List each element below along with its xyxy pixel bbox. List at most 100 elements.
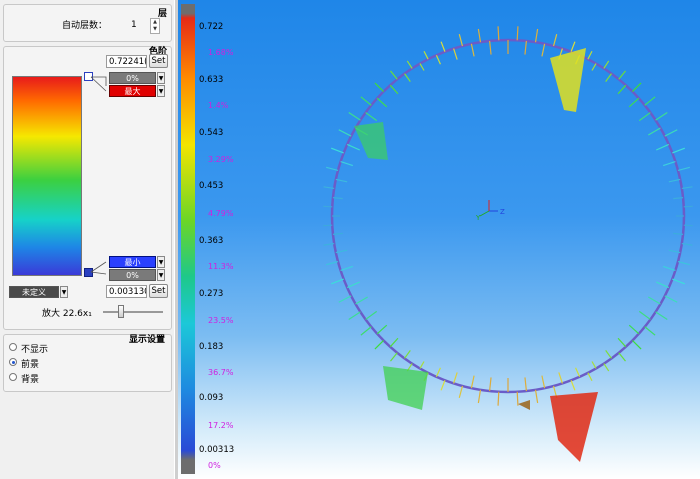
hatch-line [470, 375, 475, 389]
hatch-line [655, 112, 668, 121]
dropdown-arrow-icon[interactable]: ▼ [157, 85, 165, 97]
undefined-color-dropdown[interactable]: 未定义 [9, 286, 59, 298]
slider-thumb-icon[interactable] [118, 305, 124, 318]
dropdown-arrow-icon[interactable]: ▼ [157, 256, 165, 268]
hatch-line [672, 147, 685, 154]
hatch-line [638, 112, 651, 122]
legend-percent-label: 1.68% [208, 48, 234, 57]
hatch-line [591, 361, 597, 369]
hatch-line [618, 352, 626, 362]
dropdown-arrow-icon[interactable]: ▼ [60, 286, 68, 298]
hatch-line [458, 385, 464, 398]
peak-left-upper [354, 122, 388, 160]
radio-background[interactable] [9, 373, 17, 381]
bottom-percent-dropdown[interactable]: 0% [109, 269, 156, 281]
auto-layers-spinner[interactable]: ▲ ▼ [150, 18, 160, 34]
set-min-button[interactable]: Set [149, 284, 168, 298]
max-value-field[interactable]: 0.72241( [106, 55, 147, 68]
hatch-line [326, 166, 339, 172]
hatch-line [681, 242, 693, 246]
hatch-line [326, 260, 339, 266]
bottom-mode-dropdown[interactable]: 最小 [109, 256, 156, 268]
top-mode-dropdown[interactable]: 最大 [109, 85, 156, 97]
hatch-line [534, 28, 539, 43]
hatch-line [453, 372, 458, 384]
radio-hide[interactable] [9, 343, 17, 351]
top-percent-dropdown[interactable]: 0% [109, 72, 156, 84]
display-settings-title: 显示设置 [128, 335, 165, 345]
hatch-line [558, 372, 563, 384]
dropdown-arrow-icon[interactable]: ▼ [157, 72, 165, 84]
hatch-line [458, 34, 464, 47]
hatch-line [628, 324, 640, 335]
hatch-line [453, 48, 458, 60]
hatch-line [376, 97, 388, 108]
auto-layers-value: 1 [131, 20, 137, 30]
bottom-connector-line [90, 261, 107, 275]
ring-plot: Y Z [323, 26, 693, 462]
radio-foreground[interactable] [9, 358, 17, 366]
legend-percent-label: 17.2% [208, 421, 234, 430]
spin-down-icon[interactable]: ▼ [151, 26, 159, 33]
auto-layers-label: 自动层数： [62, 21, 108, 31]
hatch-line [591, 63, 597, 71]
legend-tick-label: 0.183 [199, 342, 224, 352]
hatch-line [603, 60, 610, 69]
hatch-line [435, 54, 441, 65]
hatch-line [390, 352, 398, 362]
hatch-line [632, 340, 642, 350]
hatch-line [570, 41, 576, 52]
hatch-line [374, 340, 384, 350]
hatch-line [570, 380, 576, 391]
hatch-line [331, 147, 344, 154]
hatch-line [360, 96, 372, 106]
legend-percent-label: 1.4% [208, 101, 229, 110]
hatch-line [376, 324, 388, 335]
hatch-line [575, 367, 581, 378]
hatch-line [346, 281, 360, 289]
3d-viewport[interactable]: Y Z [178, 0, 700, 479]
hatch-line [603, 363, 610, 372]
hatch-line [423, 50, 429, 60]
hatch-line [331, 278, 344, 285]
legend-color-bar [181, 4, 195, 474]
hatch-line [534, 389, 539, 404]
hatch-line [489, 377, 492, 392]
hatch-line [516, 26, 519, 41]
hatch-line [404, 73, 411, 82]
legend-tick-label: 0.543 [199, 128, 224, 138]
radio-background-label: 背景 [21, 375, 40, 385]
spin-up-icon[interactable]: ▲ [151, 19, 159, 26]
hatch-line [406, 60, 413, 69]
axis-triad-icon: Y Z [475, 200, 505, 222]
legend-tick-label: 0.363 [199, 236, 224, 246]
legend-tick-label: 0.273 [199, 289, 224, 299]
hatch-line [338, 295, 352, 303]
hatch-line [677, 260, 690, 266]
hatch-line [647, 296, 661, 305]
hatch-line [673, 232, 684, 235]
hatch-line [632, 82, 642, 92]
peak-bottom-left [383, 366, 428, 410]
svg-text:Z: Z [500, 208, 505, 216]
hatch-line [628, 97, 640, 108]
hatch-line [440, 41, 446, 52]
hatch-line [340, 161, 354, 167]
legend-percent-label: 36.7% [208, 368, 234, 377]
radio-hide-label: 不显示 [21, 345, 49, 355]
hatch-line [605, 350, 612, 359]
peak-top-right [550, 48, 586, 112]
hatch-line [647, 127, 661, 136]
hatch-line [681, 186, 693, 190]
hatch-line [524, 377, 527, 392]
marker-arrow-icon [518, 400, 530, 410]
legend-tick-label: 0.722 [199, 22, 224, 32]
set-max-button[interactable]: Set [149, 54, 168, 68]
zoom-slider-track[interactable] [103, 311, 163, 313]
dropdown-arrow-icon[interactable]: ▼ [157, 269, 165, 281]
min-value-field[interactable]: 0.003130 [106, 285, 147, 298]
legend-percent-label: 3.29% [208, 155, 234, 164]
hatch-line [419, 361, 425, 369]
hatch-line [323, 242, 335, 246]
hatch-line [365, 310, 378, 320]
